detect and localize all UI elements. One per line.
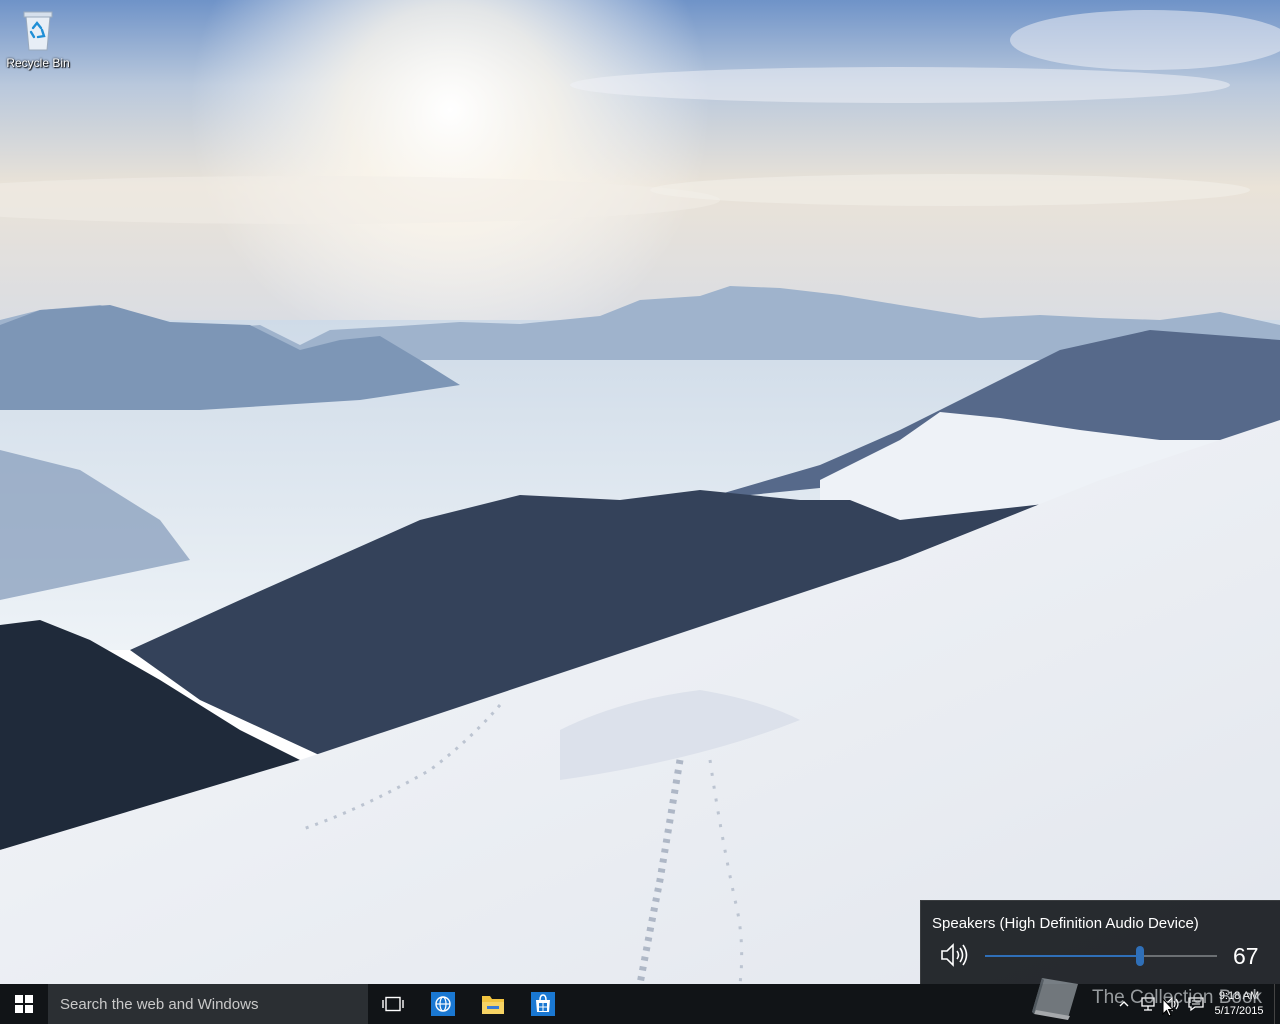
- action-center-icon[interactable]: [1184, 984, 1208, 1024]
- show-desktop-button[interactable]: [1274, 984, 1280, 1024]
- search-placeholder: Search the web and Windows: [60, 995, 259, 1013]
- volume-slider-fill: [985, 955, 1141, 957]
- mouse-pointer-icon: [1162, 998, 1174, 1017]
- folder-icon: [482, 996, 504, 1014]
- desktop-icon-label: Recycle Bin: [6, 56, 70, 70]
- clock-date: 5/17/2015: [1214, 1005, 1264, 1017]
- taskbar: Search the web and Windows 9:18 AM 5/17/…: [0, 984, 1280, 1024]
- search-input[interactable]: Search the web and Windows: [48, 984, 368, 1024]
- task-view-icon: [382, 996, 404, 1012]
- volume-slider-thumb[interactable]: [1136, 946, 1145, 966]
- browser-globe-icon: [431, 992, 455, 1016]
- recycle-bin-icon: [23, 11, 53, 51]
- volume-value: 67: [1233, 943, 1259, 969]
- taskbar-app-edge[interactable]: [418, 984, 468, 1024]
- speaker-icon[interactable]: [939, 941, 969, 969]
- desktop-wallpaper: [0, 0, 1280, 984]
- audio-device-name: Speakers (High Definition Audio Device): [932, 915, 1199, 932]
- task-view-button[interactable]: [368, 984, 418, 1024]
- desktop-icon-recycle-bin[interactable]: Recycle Bin: [4, 6, 72, 70]
- store-bag-icon: [531, 992, 555, 1016]
- taskbar-app-store[interactable]: [518, 984, 568, 1024]
- start-button[interactable]: [0, 984, 48, 1024]
- volume-slider[interactable]: [985, 946, 1217, 966]
- volume-flyout: Speakers (High Definition Audio Device) …: [920, 900, 1280, 984]
- clock-time: 9:18 AM: [1218, 990, 1260, 1002]
- windows-logo-icon: [15, 995, 33, 1013]
- system-tray: 9:18 AM 5/17/2015: [1112, 984, 1280, 1024]
- taskbar-app-file-explorer[interactable]: [468, 984, 518, 1024]
- clock[interactable]: 9:18 AM 5/17/2015: [1208, 989, 1270, 1019]
- chevron-up-icon[interactable]: [1112, 984, 1136, 1024]
- network-icon[interactable]: [1136, 984, 1160, 1024]
